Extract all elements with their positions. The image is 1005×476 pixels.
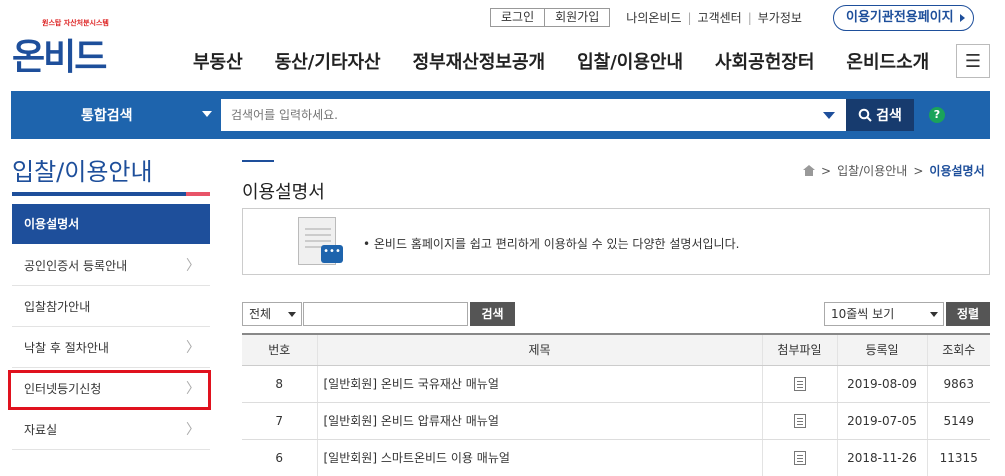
title-accent-line [242,160,274,162]
separator: | [747,10,752,25]
sidebar-item-label: 공인인증서 등록안내 [24,259,128,273]
nav-about[interactable]: 온비드소개 [846,48,929,74]
integrated-search-bar: 통합검색 검색 ? [11,91,990,139]
manual-table: 번호 제목 첨부파일 등록일 조회수 8 [일반회원] 온비드 국유재산 매뉴얼… [242,333,990,476]
extra-info-link[interactable]: 부가정보 [758,9,802,26]
col-title: 제목 [316,333,762,366]
search-icon [858,108,872,122]
chevron-down-icon [930,312,938,317]
sidebar-item-manual[interactable]: 이용설명서 [12,204,210,244]
table-header-row: 번호 제목 첨부파일 등록일 조회수 [242,333,990,366]
my-onbid-link[interactable]: 나의온비드 [626,9,681,26]
search-button[interactable]: 검색 [846,99,914,131]
chevron-right-icon: 〉 [186,340,200,356]
chevron-down-icon[interactable] [823,112,835,119]
chevron-right-icon [959,14,965,22]
utility-links: 나의온비드 | 고객센터 | 부가정보 [626,9,802,26]
sidebar-title-underline [12,192,210,196]
sidebar-item-archive[interactable]: 자료실 〉 [12,410,210,450]
sidebar-item-label: 낙찰 후 절차안내 [24,341,109,355]
home-icon[interactable] [803,165,815,176]
table-row[interactable]: 7 [일반회원] 온비드 압류재산 매뉴얼 2019-07-05 5149 [242,402,990,440]
row-date: 2018-11-26 [836,439,927,476]
highlight-box [8,370,211,410]
file-icon[interactable] [793,376,806,391]
logo-tagline: 원스탑 자산처분시스템 [42,19,109,27]
sort-button[interactable]: 정렬 [946,302,990,326]
main-nav: 부동산 동산/기타자산 정부재산정보공개 입찰/이용안내 사회공헌장터 온비드소… [193,48,961,74]
breadcrumb-current: 이용설명서 [929,164,985,178]
filter-input[interactable] [303,302,468,326]
help-icon[interactable]: ? [929,107,945,123]
sidebar-item-certificate[interactable]: 공인인증서 등록안내 〉 [12,246,210,286]
table-row[interactable]: 8 [일반회원] 온비드 국유재산 매뉴얼 2019-08-09 9863 [242,365,990,403]
utility-bar: 로그인 회원가입 나의온비드 | 고객센터 | 부가정보 [490,8,802,27]
row-views: 11315 [926,439,990,476]
col-number: 번호 [242,333,317,366]
table-row[interactable]: 6 [일반회원] 스마트온비드 이용 매뉴얼 2018-11-26 11315 [242,439,990,476]
sidebar-item-label: 자료실 [24,423,58,437]
breadcrumb-separator: > [821,163,832,178]
breadcrumb-separator: > [913,163,924,178]
row-title-link[interactable]: [일반회원] 온비드 국유재산 매뉴얼 [316,365,762,403]
separator: | [687,10,692,25]
chevron-down-icon [288,312,296,317]
attachment-cell [761,402,837,440]
search-button-label: 검색 [876,108,902,124]
row-views: 5149 [926,402,990,440]
filter-select-value: 전체 [249,307,272,321]
logo-text: 온비드 [12,37,107,78]
nav-gov-property[interactable]: 정부재산정보공개 [413,48,545,74]
join-button[interactable]: 회원가입 [545,8,611,27]
onbid-logo[interactable]: 원스탑 자산처분시스템 온비드 [12,18,112,78]
sidebar-item-label: 이용설명서 [24,217,80,231]
rows-select-value: 10줄씩 보기 [831,307,895,321]
accent-bar [186,192,210,196]
row-number: 6 [242,439,317,476]
info-text: • 온비드 홈페이지를 쉽고 편리하게 이용하실 수 있는 다양한 설명서입니다… [363,237,740,251]
sidebar-item-label: 입찰참가안내 [24,300,91,314]
chevron-right-icon: 〉 [186,422,200,438]
page-title: 이용설명서 [242,182,325,203]
nav-movable-assets[interactable]: 동산/기타자산 [275,48,381,74]
filter-select[interactable]: 전체 [242,302,302,326]
row-views: 9863 [926,365,990,403]
rows-per-page-select[interactable]: 10줄씩 보기 [824,302,944,326]
col-attachment: 첨부파일 [761,333,837,366]
speech-bubble-icon: ••• [321,245,343,263]
row-title-link[interactable]: [일반회원] 스마트온비드 이용 매뉴얼 [316,439,762,476]
sidebar-item-after-award[interactable]: 낙찰 후 절차안내 〉 [12,328,210,368]
nav-bid-guide[interactable]: 입찰/이용안내 [577,48,683,74]
search-input[interactable] [221,99,848,131]
breadcrumb: > 입찰/이용안내 > 이용설명서 [803,162,985,179]
search-scope-label[interactable]: 통합검색 [81,105,133,125]
file-icon[interactable] [793,413,806,428]
breadcrumb-item[interactable]: 입찰/이용안내 [837,162,907,179]
customer-center-link[interactable]: 고객센터 [698,9,742,26]
row-date: 2019-08-09 [836,365,927,403]
col-views: 조회수 [926,333,990,366]
col-date: 등록일 [836,333,927,366]
attachment-cell [761,365,837,403]
login-button[interactable]: 로그인 [490,8,546,27]
row-title-link[interactable]: [일반회원] 온비드 압류재산 매뉴얼 [316,402,762,440]
sidebar-item-bid-participation[interactable]: 입찰참가안내 [12,287,210,327]
row-number: 8 [242,365,317,403]
org-page-button[interactable]: 이용기관전용페이지 [833,5,974,31]
org-page-label: 이용기관전용페이지 [846,10,954,25]
nav-social-market[interactable]: 사회공헌장터 [715,48,814,74]
sidebar-title: 입찰/이용안내 [12,158,153,186]
dropdown-arrow-icon[interactable] [202,111,212,117]
row-date: 2019-07-05 [836,402,927,440]
filter-search-button[interactable]: 검색 [470,302,515,326]
chevron-right-icon: 〉 [186,258,200,274]
row-number: 7 [242,402,317,440]
file-icon[interactable] [793,450,806,465]
attachment-cell [761,439,837,476]
nav-real-estate[interactable]: 부동산 [193,48,243,74]
hamburger-menu-icon[interactable]: ☰ [956,44,990,78]
info-box: ••• • 온비드 홈페이지를 쉽고 편리하게 이용하실 수 있는 다양한 설명… [242,208,990,275]
